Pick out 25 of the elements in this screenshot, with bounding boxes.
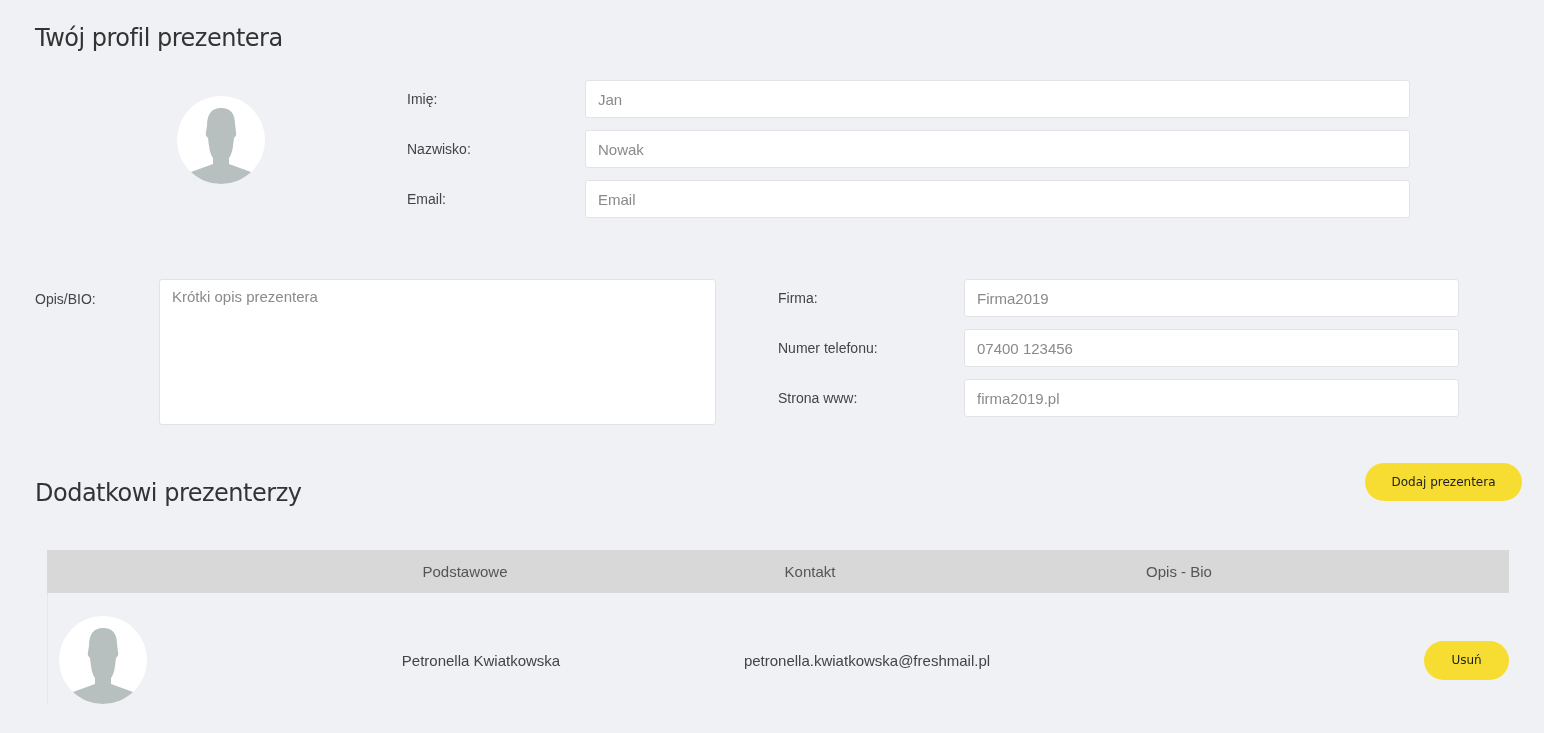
- table-cell-text: petronella.kwiatkowska@freshmail.pl: [742, 651, 992, 669]
- field-label: Strona www:: [778, 390, 859, 406]
- input-field[interactable]: Email: [585, 180, 1410, 218]
- field-label: Email:: [407, 191, 447, 207]
- field-label: Numer telefonu:: [778, 340, 879, 356]
- delete-button[interactable]: Usuń: [1424, 640, 1509, 680]
- avatar-silhouette-icon: [59, 616, 147, 704]
- input-field[interactable]: Firma2019: [964, 279, 1459, 317]
- field-label: Firma:: [778, 290, 819, 306]
- field-label: Opis/BIO:: [35, 290, 97, 307]
- table-cell-text: Petronella Kwiatkowska: [400, 651, 562, 669]
- section-heading: Dodatkowi prezenterzy: [35, 479, 302, 507]
- input-field[interactable]: 07400 123456: [964, 329, 1459, 367]
- column-header: Opis - Bio: [1145, 563, 1213, 580]
- bio-textarea[interactable]: Krótki opis prezentera: [159, 279, 716, 425]
- section-heading: Twój profil prezentera: [35, 24, 284, 52]
- avatar-silhouette-icon: [177, 96, 265, 184]
- column-header: Kontakt: [783, 563, 837, 580]
- column-header: Podstawowe: [421, 563, 509, 580]
- field-label: Imię:: [407, 91, 439, 107]
- field-label: Nazwisko:: [407, 141, 472, 157]
- add-presenter-button[interactable]: Dodaj prezentera: [1365, 463, 1522, 501]
- input-field[interactable]: Nowak: [585, 130, 1410, 168]
- input-field[interactable]: Jan: [585, 80, 1410, 118]
- input-field[interactable]: firma2019.pl: [964, 379, 1459, 417]
